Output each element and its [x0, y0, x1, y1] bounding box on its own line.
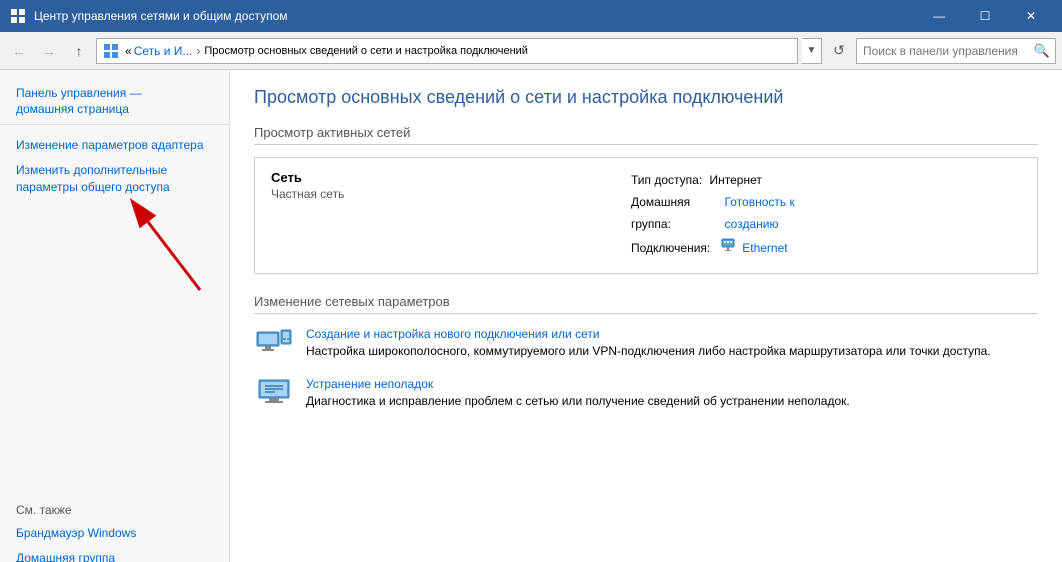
active-network-box: Сеть Частная сеть Тип доступа: Интернет … — [254, 157, 1038, 273]
search-icon[interactable]: 🔍 — [1029, 39, 1055, 63]
maximize-button[interactable]: ☐ — [962, 0, 1008, 32]
breadcrumb-chevron: « — [125, 44, 132, 58]
breadcrumb-icon — [103, 43, 119, 59]
sidebar-adapter-settings[interactable]: Изменение параметров адаптера — [0, 133, 229, 158]
new-connection-desc: Настройка широкополосного, коммутируемог… — [306, 343, 1038, 360]
homegroup-label: Домашняя группа: — [631, 192, 717, 235]
troubleshoot-desc: Диагностика и исправление проблем с сеть… — [306, 393, 1038, 410]
action-troubleshoot: Устранение неполадок Диагностика и испра… — [254, 376, 1038, 410]
sidebar-home-sub: домашняя страница — [16, 102, 213, 116]
network-details: Тип доступа: Интернет Домашняя группа: Г… — [631, 170, 831, 260]
search-box: 🔍 — [856, 38, 1056, 64]
sidebar-firewall[interactable]: Брандмауэр Windows — [0, 521, 229, 546]
see-also-label: См. также — [0, 499, 229, 521]
sidebar-home-label: Панель управления — — [16, 86, 213, 100]
homegroup-link[interactable]: Готовность к созданию — [725, 192, 831, 235]
ethernet-link[interactable]: Ethernet — [742, 238, 787, 260]
connections-row: Подключения: — [631, 237, 831, 261]
close-button[interactable]: ✕ — [1008, 0, 1054, 32]
ethernet-icon — [720, 237, 736, 261]
breadcrumb-dropdown[interactable]: ▼ — [802, 38, 822, 64]
troubleshoot-title[interactable]: Устранение неполадок — [306, 377, 433, 391]
page-title: Просмотр основных сведений о сети и наст… — [254, 86, 1038, 109]
access-type-label: Тип доступа: — [631, 173, 702, 187]
connections-label: Подключения: — [631, 238, 710, 260]
troubleshoot-icon — [254, 376, 294, 408]
main-container: Панель управления — домашняя страница Из… — [0, 70, 1062, 562]
network-name: Сеть — [271, 170, 471, 185]
address-bar: ← → ↑ « Сеть и И... › Просмотр основных … — [0, 32, 1062, 70]
network-type: Частная сеть — [271, 187, 471, 201]
active-networks-header: Просмотр активных сетей — [254, 125, 1038, 145]
breadcrumb-current: Просмотр основных сведений о сети и наст… — [204, 45, 528, 57]
sidebar-sharing-settings[interactable]: Изменить дополнительные параметры общего… — [0, 158, 229, 200]
back-button[interactable]: ← — [6, 38, 32, 64]
search-input[interactable] — [857, 39, 1029, 63]
new-connection-icon — [254, 326, 294, 358]
window-controls: — ☐ ✕ — [916, 0, 1054, 32]
new-connection-text: Создание и настройка нового подключения … — [306, 326, 1038, 360]
window-title: Центр управления сетями и общим доступом — [34, 9, 916, 23]
breadcrumb-separator: › — [196, 44, 200, 58]
homegroup-row: Домашняя группа: Готовность к созданию — [631, 192, 831, 235]
access-type-value: Интернет — [710, 173, 762, 187]
up-button[interactable]: ↑ — [66, 38, 92, 64]
refresh-button[interactable]: ↺ — [826, 38, 852, 64]
change-settings-header: Изменение сетевых параметров — [254, 294, 1038, 314]
titlebar: Центр управления сетями и общим доступом… — [0, 0, 1062, 32]
troubleshoot-text: Устранение неполадок Диагностика и испра… — [306, 376, 1038, 410]
address-breadcrumb[interactable]: « Сеть и И... › Просмотр основных сведен… — [96, 38, 798, 64]
content-area: Просмотр основных сведений о сети и наст… — [230, 70, 1062, 562]
access-type-row: Тип доступа: Интернет — [631, 170, 831, 192]
action-new-connection: Создание и настройка нового подключения … — [254, 326, 1038, 360]
sidebar-homegroup[interactable]: Домашняя группа — [0, 546, 229, 562]
network-name-block: Сеть Частная сеть — [271, 170, 471, 201]
minimize-button[interactable]: — — [916, 0, 962, 32]
sidebar: Панель управления — домашняя страница Из… — [0, 70, 230, 562]
forward-button[interactable]: → — [36, 38, 62, 64]
app-icon — [8, 6, 28, 26]
breadcrumb-parent[interactable]: Сеть и И... — [134, 44, 193, 58]
new-connection-title[interactable]: Создание и настройка нового подключения … — [306, 327, 600, 341]
